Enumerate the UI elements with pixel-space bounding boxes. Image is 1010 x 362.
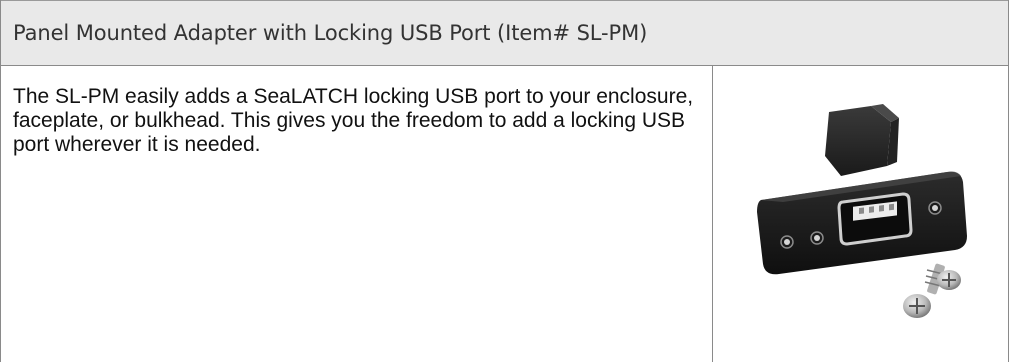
usb-panel-adapter-image bbox=[757, 104, 967, 318]
description-cell: The SL-PM easily adds a SeaLATCH locking… bbox=[1, 66, 713, 362]
panel-body: The SL-PM easily adds a SeaLATCH locking… bbox=[1, 66, 1008, 362]
product-description: The SL-PM easily adds a SeaLATCH locking… bbox=[13, 85, 694, 156]
image-cell bbox=[713, 66, 1009, 362]
panel-title: Panel Mounted Adapter with Locking USB P… bbox=[13, 21, 648, 45]
usb-port bbox=[837, 192, 913, 246]
screws bbox=[903, 263, 961, 318]
product-panel: Panel Mounted Adapter with Locking USB P… bbox=[0, 0, 1009, 362]
panel-header: Panel Mounted Adapter with Locking USB P… bbox=[1, 0, 1008, 66]
